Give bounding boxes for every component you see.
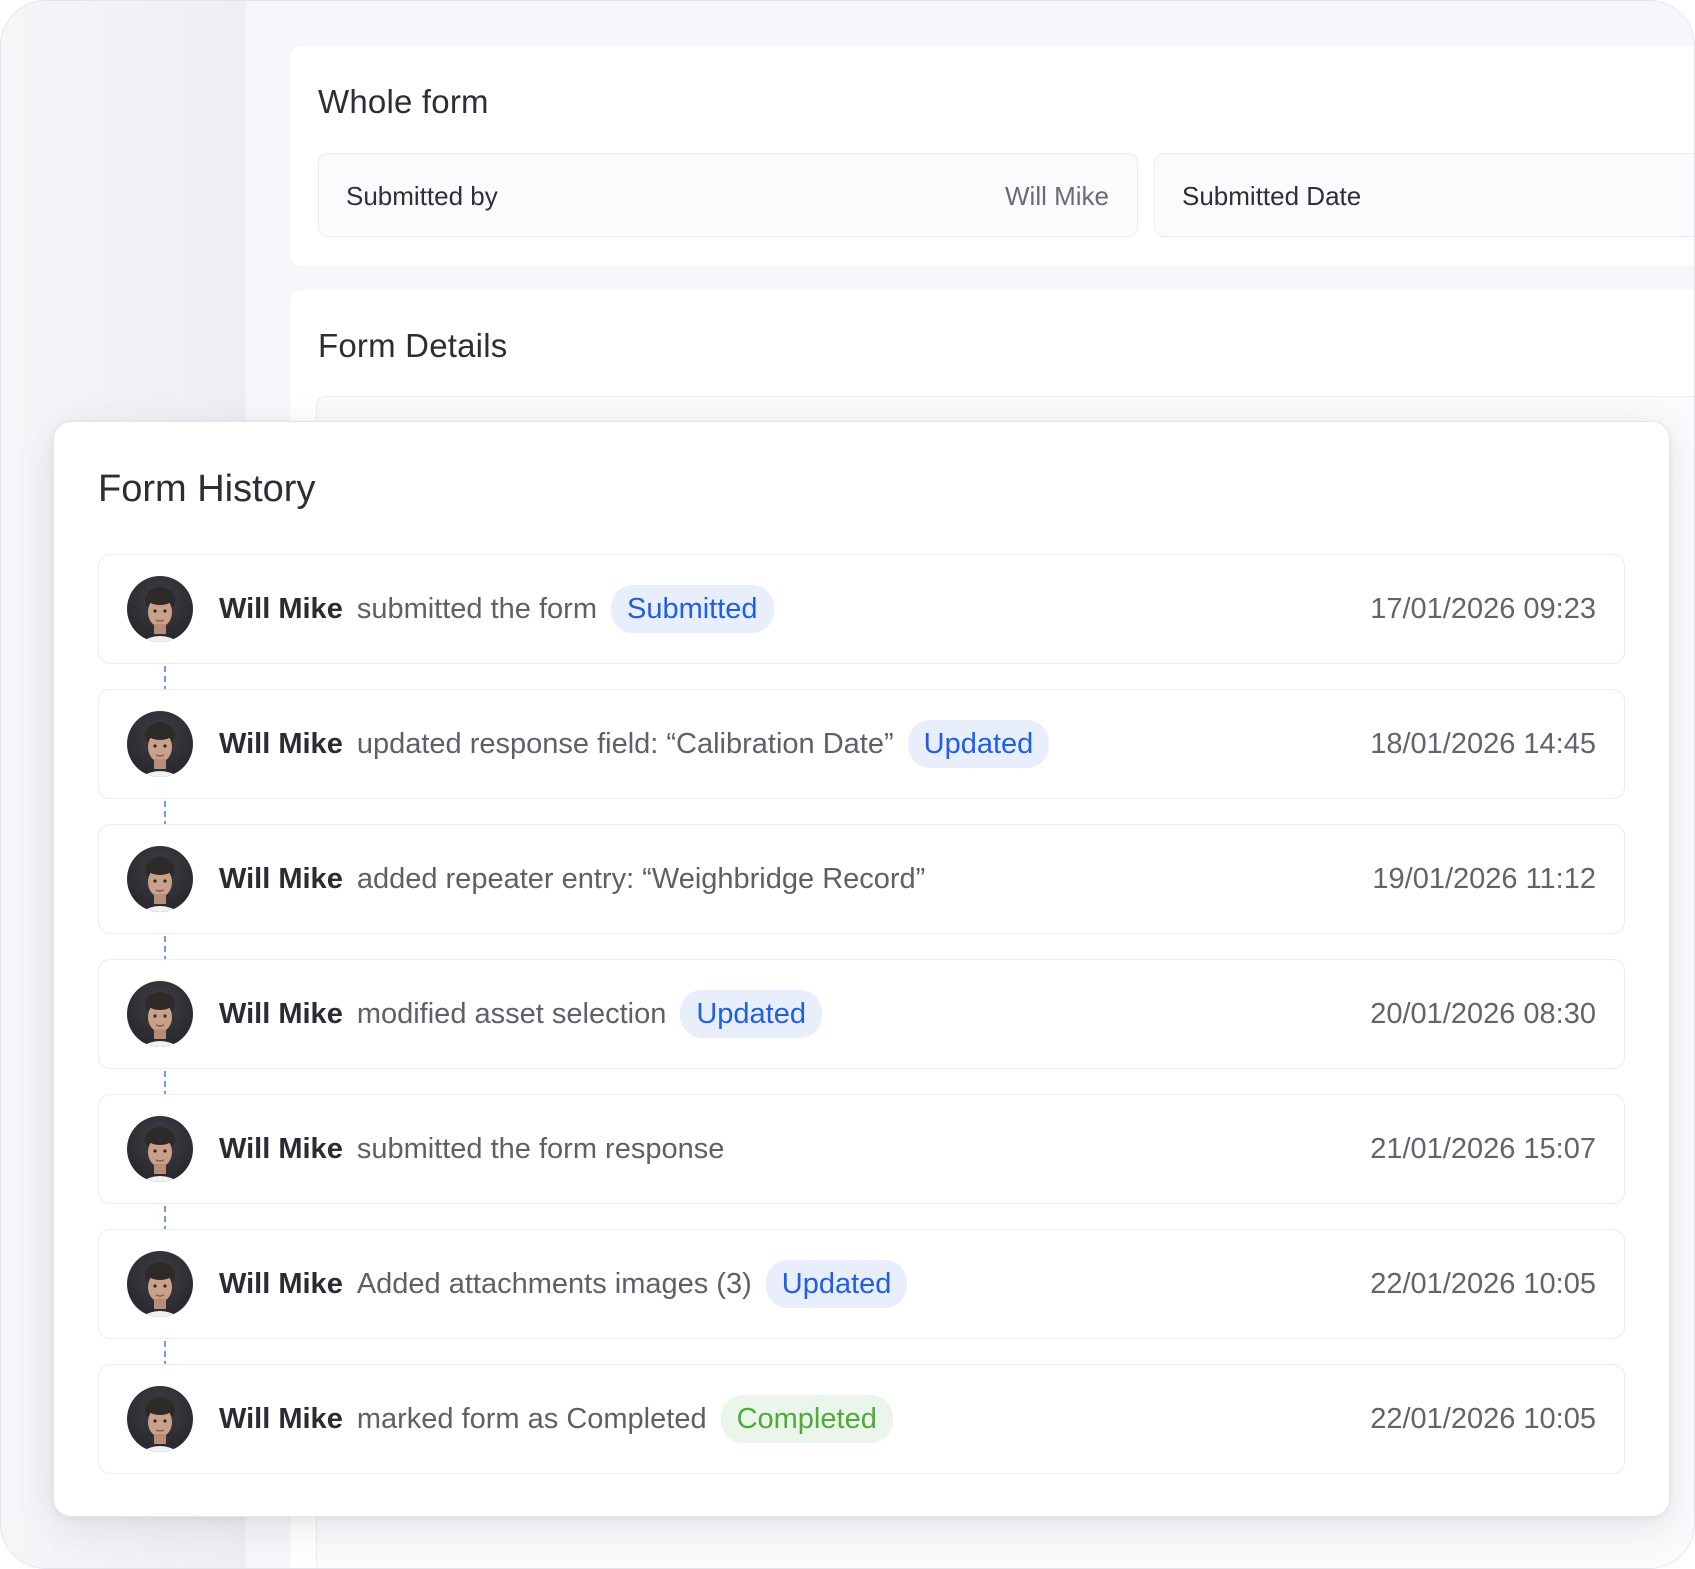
history-item: Will Mike marked form as Completed Complet… xyxy=(98,1364,1625,1474)
avatar xyxy=(127,711,193,777)
avatar xyxy=(127,576,193,642)
history-item: Will Mike submitted the form Submitted 17/0… xyxy=(98,554,1625,664)
history-user: Will Mike xyxy=(219,862,343,895)
history-datetime: 20/01/2026 08:30 xyxy=(1370,997,1596,1030)
status-badge: Updated xyxy=(907,720,1050,768)
status-badge: Updated xyxy=(765,1260,908,1308)
history-item: Will Mike modified asset selection Updated… xyxy=(98,959,1625,1069)
history-item-text: Will Mike marked form as Completed Complet… xyxy=(219,1365,893,1473)
whole-form-title: Whole form xyxy=(318,83,489,120)
form-history-title: Form History xyxy=(98,468,316,510)
history-user: Will Mike xyxy=(219,997,343,1030)
history-action: submitted the form response xyxy=(356,1132,725,1165)
whole-form-panel: Whole form Submitted by Will Mike Submit… xyxy=(290,46,1694,266)
history-datetime: 19/01/2026 11:12 xyxy=(1372,862,1596,895)
history-datetime: 22/01/2026 10:05 xyxy=(1370,1402,1596,1435)
status-badge: Submitted xyxy=(610,585,774,633)
history-action: submitted the form xyxy=(356,592,597,625)
submitted-date-label: Submitted Date xyxy=(1182,181,1362,211)
history-item-text: Will Mike submitted the form response xyxy=(219,1095,738,1203)
history-datetime: 22/01/2026 10:05 xyxy=(1370,1267,1596,1300)
history-action: Added attachments images (3) xyxy=(356,1267,752,1300)
submitted-by-field: Submitted by Will Mike xyxy=(318,153,1138,237)
status-badge: Updated xyxy=(680,990,822,1038)
history-item: Will Mike submitted the form response 21/0… xyxy=(98,1094,1625,1204)
history-item: Will Mike Added attachments images (3) Upd… xyxy=(98,1229,1625,1339)
avatar xyxy=(127,1116,193,1182)
history-user: Will Mike xyxy=(219,592,343,625)
history-datetime: 18/01/2026 14:45 xyxy=(1370,727,1596,760)
history-user: Will Mike xyxy=(219,1402,343,1435)
avatar xyxy=(127,1251,193,1317)
history-item-text: Will Mike submitted the form Submitted xyxy=(219,555,774,663)
history-user: Will Mike xyxy=(219,1267,343,1300)
history-action: added repeater entry: “Weighbridge Recor… xyxy=(356,862,926,895)
history-item-text: Will Mike Added attachments images (3) Upd… xyxy=(219,1230,908,1338)
history-item-text: Will Mike modified asset selection Updated xyxy=(219,960,822,1068)
submitted-date-field: Submitted Date xyxy=(1154,153,1694,237)
form-details-title: Form Details xyxy=(318,327,508,364)
history-item-text: Will Mike added repeater entry: “Weighbri… xyxy=(219,825,939,933)
submitted-by-label: Submitted by xyxy=(346,181,498,211)
history-item: Will Mike added repeater entry: “Weighbri… xyxy=(98,824,1625,934)
avatar xyxy=(127,1386,193,1452)
status-badge: Completed xyxy=(720,1395,893,1443)
form-history-card: Form History Will Mike submitted the form… xyxy=(53,421,1670,1517)
avatar xyxy=(127,981,193,1047)
submitted-by-value: Will Mike xyxy=(1005,181,1109,211)
avatar xyxy=(127,846,193,912)
history-action: modified asset selection xyxy=(356,997,667,1030)
history-datetime: 21/01/2026 15:07 xyxy=(1370,1132,1596,1165)
history-user: Will Mike xyxy=(219,727,343,760)
history-item-text: Will Mike updated response field: “Calibr… xyxy=(219,690,1050,798)
history-action: marked form as Completed xyxy=(356,1402,707,1435)
history-datetime: 17/01/2026 09:23 xyxy=(1370,592,1596,625)
history-item: Will Mike updated response field: “Calibr… xyxy=(98,689,1625,799)
history-action: updated response field: “Calibration Dat… xyxy=(356,727,894,760)
history-user: Will Mike xyxy=(219,1132,343,1165)
